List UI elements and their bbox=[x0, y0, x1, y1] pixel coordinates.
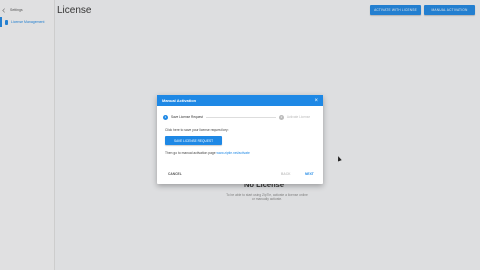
close-icon[interactable]: × bbox=[314, 98, 318, 104]
next-button[interactable]: NEXT bbox=[305, 172, 314, 176]
step-1-label: Save License Request bbox=[171, 115, 203, 119]
dialog-title: Manual Activation bbox=[162, 98, 197, 103]
dialog-footer: CANCEL BACK NEXT bbox=[157, 172, 323, 180]
manual-activation-page-text: Then go to manual activation page www.zi… bbox=[165, 151, 250, 155]
dialog-header: Manual Activation × bbox=[157, 95, 323, 106]
step-2-number: 2 bbox=[278, 114, 284, 120]
manual-activation-dialog: Manual Activation × 1 Save License Reque… bbox=[157, 95, 323, 184]
save-license-request-button[interactable]: SAVE LICENSE REQUEST bbox=[165, 136, 222, 145]
stepper: 1 Save License Request 2 Activate Licens… bbox=[163, 113, 317, 121]
manual-activation-link[interactable]: www.ziptie.net/activate bbox=[217, 151, 250, 155]
step-connector bbox=[205, 116, 276, 118]
step-2-label: Activate License bbox=[286, 115, 311, 119]
back-button[interactable]: BACK bbox=[281, 172, 291, 176]
step-1-number: 1 bbox=[163, 114, 168, 120]
save-instruction-text: Click here to save your license request … bbox=[165, 128, 229, 132]
cancel-button[interactable]: CANCEL bbox=[168, 172, 182, 176]
then-text: Then go to manual activation page bbox=[165, 151, 216, 155]
